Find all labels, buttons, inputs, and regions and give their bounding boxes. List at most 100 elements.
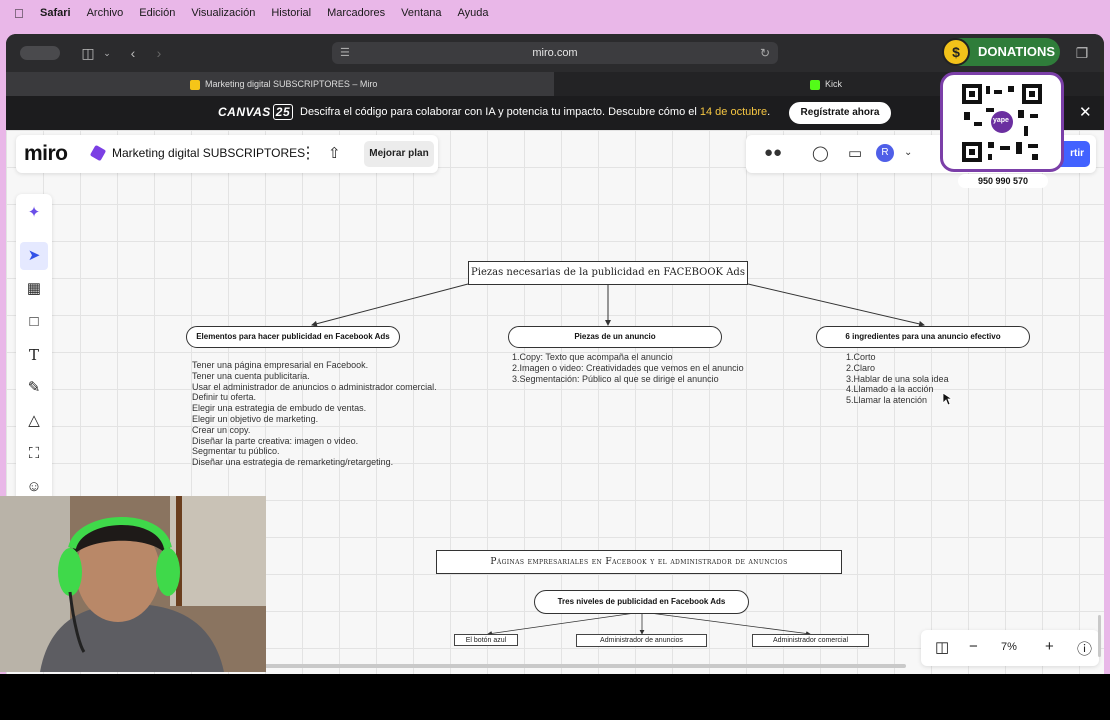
export-icon[interactable]: ⇧ <box>328 144 341 162</box>
video-icon[interactable]: ▭ <box>848 144 862 162</box>
menu-visualizacion[interactable]: Visualización <box>191 7 255 19</box>
levels-title-node[interactable]: Tres niveles de publicidad en Facebook A… <box>534 590 749 614</box>
list-item: 3.Hablar de una sola idea <box>846 373 949 384</box>
canvas25-logo-text: CANVAS <box>218 105 271 119</box>
screen:  Safari Archivo Edición Visualización H… <box>0 0 1110 720</box>
menu-historial[interactable]: Historial <box>271 7 311 19</box>
text-tool-icon[interactable]: T <box>20 341 48 369</box>
macos-menu-bar:  Safari Archivo Edición Visualización H… <box>0 0 1110 26</box>
phone-number: 950 990 570 <box>958 174 1048 188</box>
board-cube-icon <box>89 144 107 162</box>
ingredientes-list[interactable]: 1.Corto 2.Claro 3.Hablar de una sola ide… <box>846 352 949 406</box>
chat-icon[interactable]: ◯ <box>812 144 829 162</box>
board-menu-icon[interactable]: ⋮ <box>300 143 316 163</box>
tab-miro-label: Marketing digital SUBSCRIPTORES – Miro <box>205 79 378 89</box>
select-cursor-icon[interactable]: ➤ <box>20 242 48 270</box>
menu-marcadores[interactable]: Marcadores <box>327 7 385 19</box>
level-node-administrador-comercial[interactable]: Administrador comercial <box>752 634 869 647</box>
donations-overlay: DONATIONS $ yape 950 990 570 <box>940 38 1064 188</box>
menu-edicion[interactable]: Edición <box>139 7 175 19</box>
apple-icon[interactable]:  <box>14 6 28 21</box>
list-item: Usar el administrador de anuncios o admi… <box>192 381 437 392</box>
tab-miro[interactable]: Marketing digital SUBSCRIPTORES – Miro <box>6 72 554 96</box>
list-item: Elegir un objetivo de marketing. <box>192 413 319 424</box>
list-item: Tener una página empresarial en Facebook… <box>192 360 369 370</box>
piezas-list[interactable]: 1.Copy: Texto que acompaña el anuncio 2.… <box>512 352 744 384</box>
branch-node-ingredientes[interactable]: 6 ingredientes para una anuncio efectivo <box>816 326 1030 348</box>
banner-message-text: Descifra el código para colaborar con IA… <box>300 106 700 118</box>
fit-screen-icon[interactable]: ◫ <box>935 638 949 656</box>
level-node-administrador-anuncios[interactable]: Administrador de anuncios <box>576 634 707 647</box>
miro-logo[interactable]: miro <box>24 142 68 166</box>
window-controls[interactable] <box>20 46 60 60</box>
pen-icon[interactable]: ✎ <box>20 374 48 402</box>
menu-app-name[interactable]: Safari <box>40 7 71 19</box>
board-header: miro Marketing digital SUBSCRIPTORES ⋮ ⇧… <box>16 135 438 173</box>
canvas25-logo: CANVAS 25 <box>218 104 294 120</box>
list-item: 1.Copy: Texto que acompaña el anuncio <box>512 352 673 362</box>
ai-sparkle-icon[interactable]: ✦ <box>20 199 48 227</box>
connector-line <box>311 283 469 327</box>
level-node-boton-azul[interactable]: El botón azul <box>454 634 518 646</box>
board-name[interactable]: Marketing digital SUBSCRIPTORES <box>112 146 305 160</box>
reactions-icon[interactable]: ●● <box>764 144 782 161</box>
chevron-down-icon[interactable]: ⌄ <box>904 147 912 158</box>
list-item: Elegir una estrategia de embudo de venta… <box>192 403 367 414</box>
avatar[interactable]: R <box>876 144 894 162</box>
list-item: Crear un copy. <box>192 424 251 435</box>
bottom-black-bar <box>0 674 1110 720</box>
branch-node-elementos[interactable]: Elementos para hacer publicidad en Faceb… <box>186 326 400 348</box>
url-text: miro.com <box>532 47 578 59</box>
menu-archivo[interactable]: Archivo <box>87 7 124 19</box>
zoom-controls: ◫ − 7% + ⓘ <box>921 630 1099 666</box>
list-item: 5.Llamar la atención <box>846 395 928 406</box>
frame-icon[interactable]: ⛶ <box>20 440 48 468</box>
main-title-node[interactable]: Piezas necesarias de la publicidad en FA… <box>468 261 748 285</box>
list-item: Diseñar la parte creativa: imagen o vide… <box>192 435 359 446</box>
list-item: Diseñar una estrategia de remarketing/re… <box>192 457 394 468</box>
back-arrow-icon[interactable]: ‹ <box>126 42 140 64</box>
shapes-icon[interactable]: △ <box>20 407 48 435</box>
connector-line <box>747 283 925 327</box>
second-title-node[interactable]: Páginas empresariales en Facebook y el a… <box>436 550 842 574</box>
dollar-coin-icon: $ <box>942 38 970 66</box>
menu-ayuda[interactable]: Ayuda <box>458 7 489 19</box>
tab-kick-label: Kick <box>825 79 843 89</box>
left-toolbar: ✦ ➤ ▦ □ T ✎ △ ⛶ ☺ <box>16 194 52 524</box>
address-bar[interactable]: ☰ miro.com ↻ <box>332 42 778 64</box>
chevron-down-icon[interactable]: ⌄ <box>102 42 112 64</box>
list-item: Definir tu oferta. <box>192 392 257 403</box>
banner-message: Descifra el código para colaborar con IA… <box>300 106 770 118</box>
vertical-scrollbar[interactable] <box>1098 615 1101 657</box>
reload-icon[interactable]: ↻ <box>760 42 770 64</box>
elementos-list[interactable]: Tener una página empresarial en Facebook… <box>192 360 437 468</box>
connector-line <box>641 611 811 636</box>
list-item: Segmentar tu público. <box>192 446 280 457</box>
miro-favicon-icon <box>190 79 200 90</box>
zoom-in-icon[interactable]: + <box>1045 638 1054 655</box>
kick-favicon-icon <box>810 79 820 90</box>
canvas25-logo-number: 25 <box>272 104 294 120</box>
list-item: 2.Imagen o video: Creatividades que vemo… <box>512 362 744 373</box>
zoom-level[interactable]: 7% <box>1001 641 1017 653</box>
webcam-overlay <box>0 496 266 672</box>
banner-message-end: . <box>767 106 771 118</box>
forward-arrow-icon[interactable]: › <box>152 42 166 64</box>
sidebar-toggle-icon[interactable]: ◫ <box>80 42 96 64</box>
list-item: 3.Segmentación: Público al que se dirige… <box>512 373 719 384</box>
menu-ventana[interactable]: Ventana <box>401 7 441 19</box>
page-menu-icon[interactable]: ☰ <box>340 42 350 64</box>
list-item: 2.Claro <box>846 362 876 373</box>
streamer-webcam-image <box>0 496 266 672</box>
list-item: 4.Llamado a la acción <box>846 384 934 395</box>
tab-overview-icon[interactable]: ❐ <box>1074 42 1090 64</box>
zoom-out-icon[interactable]: − <box>969 638 978 655</box>
help-icon[interactable]: ⓘ <box>1077 638 1092 659</box>
upgrade-plan-button[interactable]: Mejorar plan <box>364 141 434 167</box>
qr-caption: yape <box>993 117 1009 124</box>
branch-node-piezas[interactable]: Piezas de un anuncio <box>508 326 722 348</box>
register-button[interactable]: Regístrate ahora <box>789 102 891 124</box>
templates-icon[interactable]: ▦ <box>20 275 48 303</box>
sticky-note-icon[interactable]: □ <box>20 308 48 336</box>
close-icon[interactable]: ✕ <box>1079 103 1092 121</box>
